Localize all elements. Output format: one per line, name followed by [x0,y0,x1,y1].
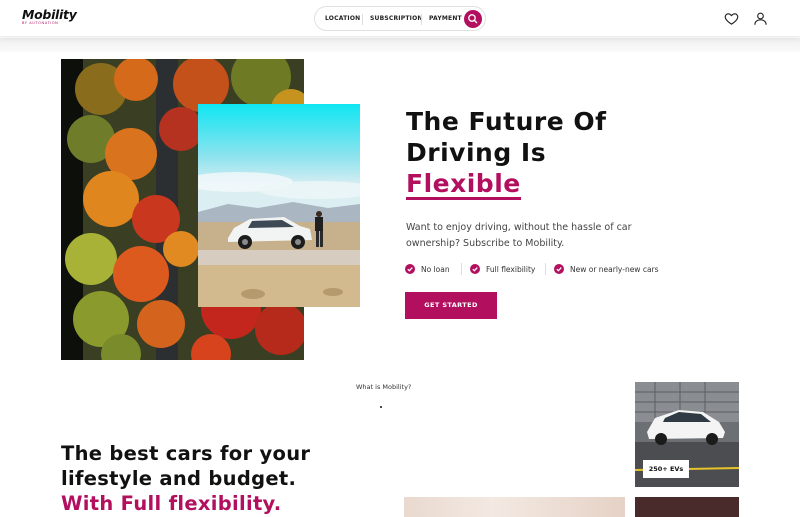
feature-divider [545,263,546,275]
section-heading: The best cars for your lifestyle and bud… [61,441,310,516]
hero-description: Want to enjoy driving, without the hassl… [406,222,632,249]
search-icon [468,14,478,24]
header-shadow-band [0,38,800,52]
section-heading-line-2: lifestyle and budget. [61,467,297,490]
hero-title-line-1: The Future Of [406,107,607,136]
hero-title-accent: Flexible [406,169,521,200]
user-icon [754,12,767,25]
favorites-button[interactable] [724,11,739,26]
ev-card[interactable]: 250+ EVs [635,382,739,487]
car-card-wide[interactable] [404,497,625,517]
feature-label: New or nearly-new cars [570,264,659,274]
check-icon [470,264,480,274]
nav-payment-link[interactable]: PAYMENT [429,15,462,22]
scroll-indicator-dot [380,406,382,408]
heart-icon [724,13,739,25]
nav-subscription-link[interactable]: SUBSCRIPTION [370,15,423,22]
nav-divider [362,14,363,25]
search-button[interactable] [464,10,482,28]
account-button[interactable] [753,11,768,26]
brand-name: Mobility [22,7,77,22]
check-icon [554,264,564,274]
nav-divider [421,14,422,25]
feature-full-flexibility: Full flexibility [470,264,535,274]
car-card-secondary[interactable] [635,497,739,517]
feature-label: Full flexibility [486,264,536,274]
ev-count-badge: 250+ EVs [643,460,689,478]
what-is-mobility-link[interactable]: What is Mobility? [356,383,411,391]
feature-new-cars: New or nearly-new cars [554,264,659,274]
hero-title: The Future Of Driving Is Flexible [406,106,607,200]
brand-logo[interactable]: Mobility BY AUTONATION [22,8,77,25]
hero-title-line-2: Driving Is [406,138,547,167]
feature-divider [461,263,462,275]
feature-no-loan: No loan [405,264,450,274]
section-heading-accent: With Full flexibility. [61,492,282,515]
section-heading-line-1: The best cars for your [61,442,311,465]
nav-pill: LOCATION SUBSCRIPTION PAYMENT [314,6,486,31]
nav-location-link[interactable]: LOCATION [325,15,360,22]
top-navigation-bar: Mobility BY AUTONATION LOCATION SUBSCRIP… [0,0,800,37]
get-started-button[interactable]: GET STARTED [405,292,497,319]
feature-label: No loan [421,264,450,274]
car-desert-photo [198,104,360,307]
check-icon [405,264,415,274]
